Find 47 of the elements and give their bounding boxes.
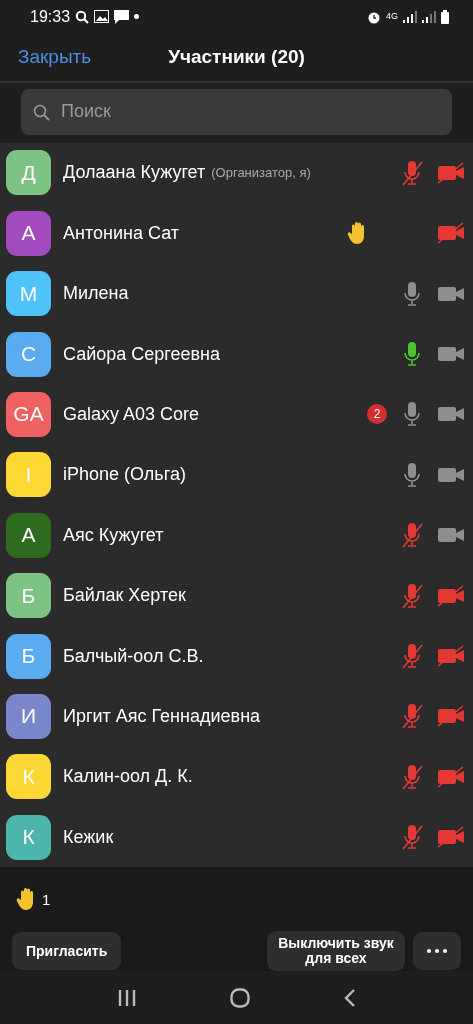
participant-name: Милена xyxy=(63,283,129,305)
raised-hands-count: 1 xyxy=(42,890,51,908)
participant-name: Аяс Кужугет xyxy=(63,524,164,546)
message-count-badge: 2 xyxy=(367,404,387,425)
page-title: Участники (20) xyxy=(168,46,305,69)
more-icon xyxy=(427,949,447,954)
participant-name: iPhone (Ольга) xyxy=(63,464,186,486)
participant-name: Калин-оол Д. К. xyxy=(63,766,193,788)
avatar: А xyxy=(6,512,51,558)
participant-name: Кежик xyxy=(63,826,114,848)
recent-apps-icon[interactable] xyxy=(116,988,137,1007)
image-icon xyxy=(94,10,110,24)
avatar: I xyxy=(6,452,51,498)
search-icon xyxy=(33,103,50,121)
home-icon[interactable] xyxy=(229,987,250,1008)
invite-button[interactable]: Пригласить xyxy=(12,932,122,971)
signal-icon xyxy=(422,10,436,23)
avatar: Д xyxy=(6,150,51,196)
back-icon[interactable] xyxy=(342,987,357,1008)
participant-name: Балчый-оол С.В. xyxy=(63,645,204,667)
clock: 19:33 xyxy=(30,7,71,26)
participant-name: Сайора Сергеевна xyxy=(63,343,221,365)
avatar: К xyxy=(6,814,51,860)
avatar: GA xyxy=(6,392,51,437)
participant-name: Байлак Хертек xyxy=(63,585,186,607)
avatar: М xyxy=(6,271,51,317)
participant-name: Долаана Кужугет xyxy=(63,162,206,184)
avatar: Б xyxy=(6,573,51,619)
chat-icon xyxy=(114,9,130,24)
avatar: Б xyxy=(6,633,51,679)
network-label: 4G xyxy=(386,12,398,22)
search-icon xyxy=(75,9,90,24)
avatar: С xyxy=(6,331,51,377)
avatar: А xyxy=(6,210,51,256)
avatar: И xyxy=(6,693,51,739)
search-field[interactable]: Поиск xyxy=(21,88,452,135)
role-note: (Организатор, я) xyxy=(211,165,311,181)
mute-all-button[interactable]: Выключить звук для всех xyxy=(267,931,405,972)
close-link[interactable]: Закрыть xyxy=(18,46,92,69)
more-button[interactable] xyxy=(413,932,461,971)
avatar: К xyxy=(6,754,51,800)
participant-name: Антонина Сат xyxy=(63,222,179,244)
participant-name: Galaxy A03 Core xyxy=(63,404,200,425)
battery-icon xyxy=(441,9,449,24)
dot-icon xyxy=(134,14,140,20)
participant-name: Иргит Аяс Геннадиевна xyxy=(63,705,261,727)
signal-icon xyxy=(403,10,417,23)
